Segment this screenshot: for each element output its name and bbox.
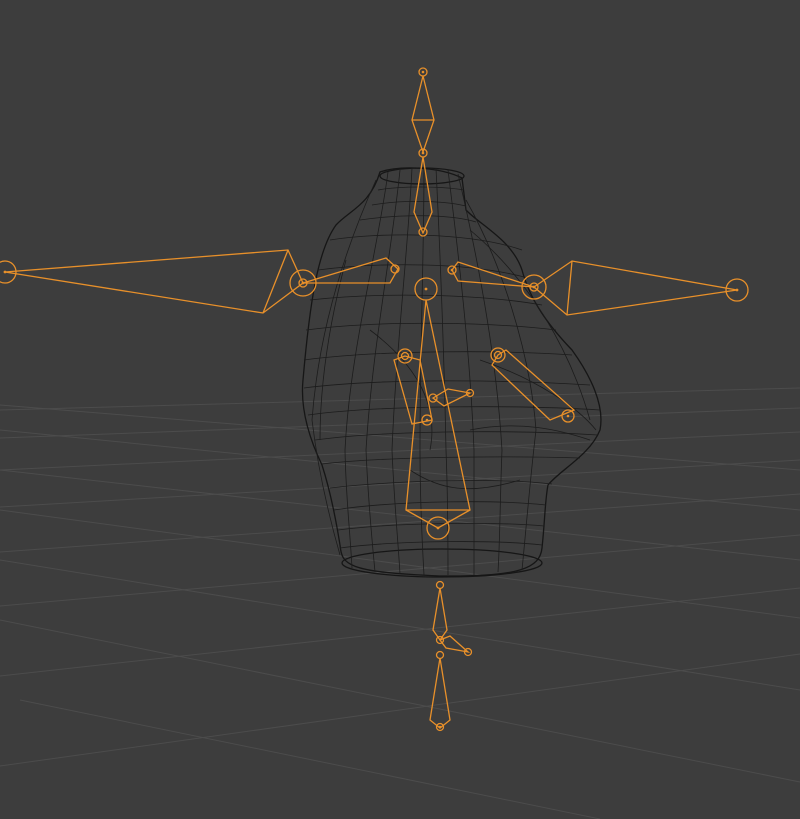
root-tail-bone[interactable] [438,635,473,657]
breast-left-bone[interactable] [393,348,433,426]
head-bone[interactable] [411,67,435,154]
root-bone[interactable] [432,580,448,645]
upper-arm-right-bone[interactable] [532,260,749,316]
viewport-canvas[interactable] [0,0,800,819]
hips-bone[interactable] [429,650,451,732]
neck-bone[interactable] [413,148,433,237]
3d-viewport[interactable] [0,0,800,819]
upper-arm-left-bone[interactable] [0,249,304,314]
shoulder-left-bone[interactable] [289,257,400,297]
torso-mesh[interactable] [301,167,602,578]
spine-bone[interactable] [405,277,471,540]
breast-right-bone[interactable] [490,347,576,423]
floor-grid [0,387,800,819]
